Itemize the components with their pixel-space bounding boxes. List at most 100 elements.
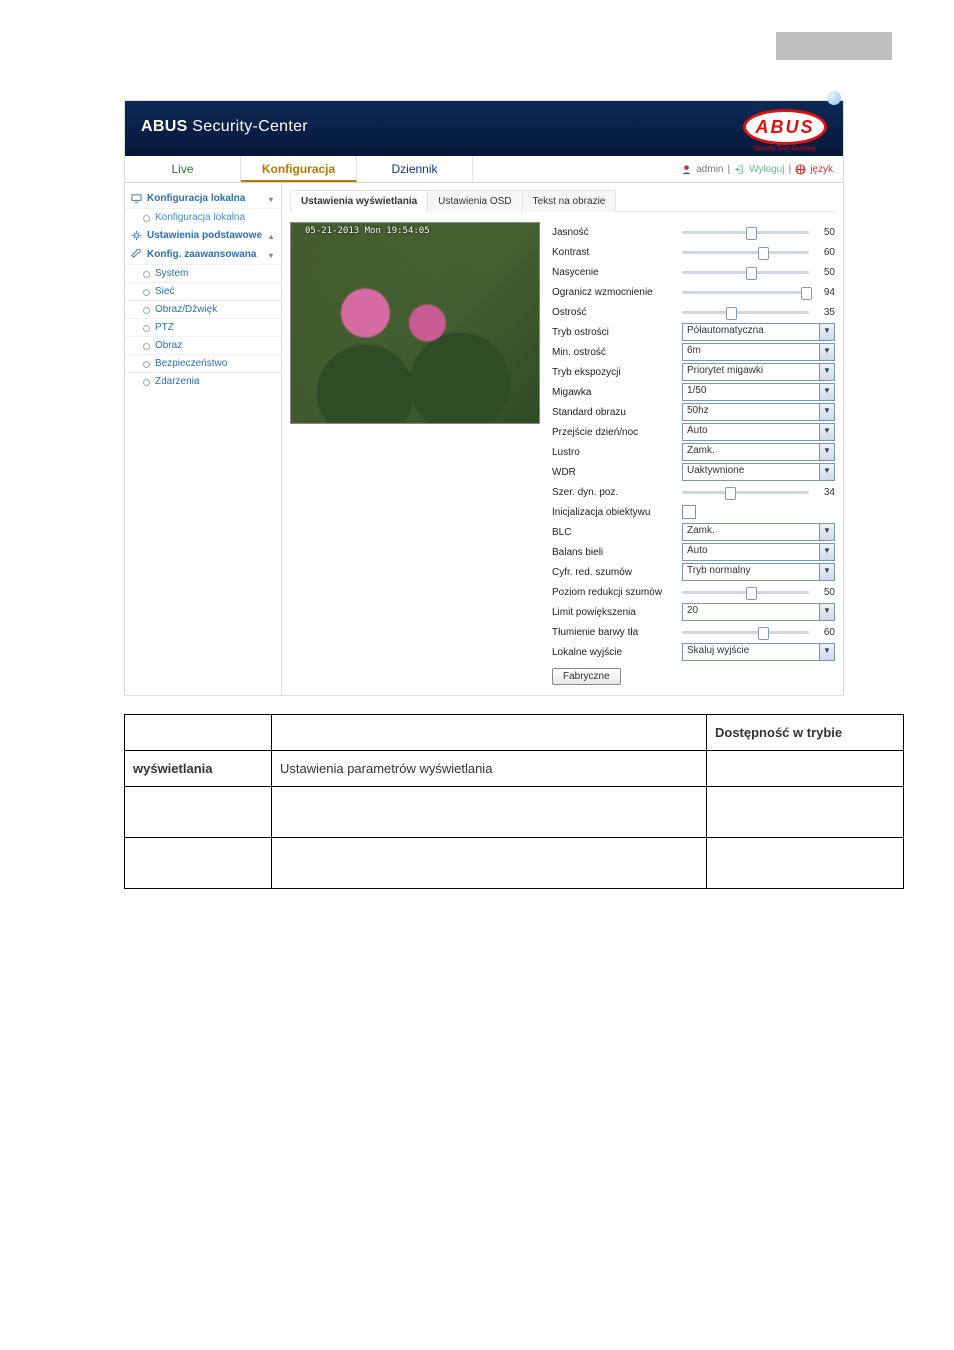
- select-daynight[interactable]: Auto▼: [682, 423, 835, 441]
- chevron-down-icon: ▼: [819, 324, 834, 340]
- factory-defaults-button[interactable]: Fabryczne: [552, 668, 621, 685]
- slider-saturation[interactable]: [682, 271, 809, 274]
- monitor-icon: [131, 193, 142, 204]
- sidebar-group-advanced[interactable]: Konfig. zaawansowana ▾: [125, 245, 281, 264]
- select-local-output[interactable]: Skaluj wyjście▼: [682, 643, 835, 661]
- checkbox-lens-init[interactable]: [682, 505, 696, 519]
- select-mirror[interactable]: Zamk.▼: [682, 443, 835, 461]
- label-local-output: Lokalne wyjście: [552, 647, 682, 658]
- label-sharpness: Ostrość: [552, 307, 682, 318]
- slider-chroma-suppress[interactable]: [682, 631, 809, 634]
- label-min-focus: Min. ostrość: [552, 347, 682, 358]
- select-video-standard[interactable]: 50hz▼: [682, 403, 835, 421]
- subtabs: Ustawienia wyświetlania Ustawienia OSD T…: [290, 189, 835, 212]
- select-exposure-mode[interactable]: Priorytet migawki▼: [682, 363, 835, 381]
- bullet-icon: [143, 379, 150, 386]
- sidebar-item-system[interactable]: System: [125, 264, 281, 282]
- select-value: 1/50: [683, 384, 819, 400]
- sidebar-item-network[interactable]: Sieć: [125, 282, 281, 300]
- sidebar-group-basic[interactable]: Ustawienia podstawowe ▴: [125, 226, 281, 245]
- chevron-down-icon: ▼: [819, 444, 834, 460]
- select-zoom-limit[interactable]: 20▼: [682, 603, 835, 621]
- logout-icon: [734, 164, 745, 175]
- tab-live[interactable]: Live: [125, 156, 241, 182]
- sidebar-item-label: Bezpieczeństwo: [155, 358, 227, 369]
- select-min-focus[interactable]: 6m▼: [682, 343, 835, 361]
- sidebar-item-label: Konfiguracja lokalna: [155, 212, 245, 223]
- label-contrast: Kontrast: [552, 247, 682, 258]
- slider-sharpness[interactable]: [682, 311, 809, 314]
- app-header: ABUS Security-Center ABUS Security Tech …: [125, 101, 843, 156]
- sidebar-item-security[interactable]: Bezpieczeństwo: [125, 354, 281, 372]
- value-contrast: 60: [815, 247, 835, 258]
- select-value: Auto: [683, 424, 819, 440]
- select-value: Półautomatyczna: [683, 324, 819, 340]
- value-saturation: 50: [815, 267, 835, 278]
- slider-wdr-level[interactable]: [682, 491, 809, 494]
- sidebar-item-label: PTZ: [155, 322, 174, 333]
- brand-title: ABUS Security-Center: [141, 118, 308, 136]
- sidebar-group-local-label: Konfiguracja lokalna: [147, 193, 245, 204]
- chevron-down-icon: ▾: [269, 195, 273, 204]
- select-value: Zamk.: [683, 524, 819, 540]
- video-preview: 05-21-2013 Mon 19:54:05: [290, 222, 540, 424]
- select-wdr[interactable]: Uaktywnione▼: [682, 463, 835, 481]
- value-chroma-suppress: 60: [815, 627, 835, 638]
- doc-header-right: Dostępność w trybie: [707, 715, 904, 751]
- page-header-placeholder: [0, 32, 954, 60]
- slider-dnr-level[interactable]: [682, 591, 809, 594]
- select-dnr[interactable]: Tryb normalny▼: [682, 563, 835, 581]
- chevron-down-icon: ▼: [819, 404, 834, 420]
- sidebar-item-ptz[interactable]: PTZ: [125, 318, 281, 336]
- logo-tagline: Security Tech Germany: [743, 146, 827, 152]
- chevron-down-icon: ▼: [819, 344, 834, 360]
- select-value: Tryb normalny: [683, 564, 819, 580]
- help-icon[interactable]: [827, 91, 841, 105]
- sidebar-item-local-config[interactable]: Konfiguracja lokalna: [125, 208, 281, 226]
- sidebar-item-label: Zdarzenia: [155, 376, 199, 387]
- select-blc[interactable]: Zamk.▼: [682, 523, 835, 541]
- subtab-display[interactable]: Ustawienia wyświetlania: [290, 190, 428, 212]
- label-wdr: WDR: [552, 467, 682, 478]
- value-sharpness: 35: [815, 307, 835, 318]
- select-white-balance[interactable]: Auto▼: [682, 543, 835, 561]
- sidebar-group-local[interactable]: Konfiguracja lokalna ▾: [125, 189, 281, 208]
- sidebar-item-events[interactable]: Zdarzenia: [125, 372, 281, 390]
- lang-link[interactable]: język: [810, 164, 833, 175]
- bullet-icon: [143, 361, 150, 368]
- label-mirror: Lustro: [552, 447, 682, 458]
- app-window: ABUS Security-Center ABUS Security Tech …: [124, 100, 844, 696]
- subtab-osd[interactable]: Ustawienia OSD: [427, 190, 522, 212]
- select-value: Priorytet migawki: [683, 364, 819, 380]
- slider-contrast[interactable]: [682, 251, 809, 254]
- label-chroma-suppress: Tłumienie barwy tła: [552, 627, 682, 638]
- slider-brightness[interactable]: [682, 231, 809, 234]
- sidebar-item-av[interactable]: Obraz/Dźwięk: [125, 300, 281, 318]
- value-brightness: 50: [815, 227, 835, 238]
- slider-gain-limit[interactable]: [682, 291, 809, 294]
- select-value: Auto: [683, 544, 819, 560]
- sidebar-item-label: Obraz/Dźwięk: [155, 304, 217, 315]
- brand-bold: ABUS: [141, 118, 188, 135]
- gear-icon: [131, 230, 142, 241]
- tab-config[interactable]: Konfiguracja: [241, 156, 357, 182]
- logout-link[interactable]: Wyloguj: [749, 164, 784, 175]
- select-shutter[interactable]: 1/50▼: [682, 383, 835, 401]
- sidebar-item-label: System: [155, 268, 188, 279]
- bullet-icon: [143, 215, 150, 222]
- sep: |: [728, 164, 731, 175]
- doc-r1c2: Ustawienia parametrów wyświetlania: [272, 751, 707, 787]
- select-focus-mode[interactable]: Półautomatyczna▼: [682, 323, 835, 341]
- label-saturation: Nasycenie: [552, 267, 682, 278]
- chevron-up-icon: ▴: [269, 232, 273, 241]
- label-blc: BLC: [552, 527, 682, 538]
- value-gain-limit: 94: [815, 287, 835, 298]
- sidebar-item-image[interactable]: Obraz: [125, 336, 281, 354]
- brand-rest: Security-Center: [188, 118, 308, 135]
- label-gain-limit: Ogranicz wzmocnienie: [552, 287, 682, 298]
- tab-log[interactable]: Dziennik: [357, 156, 473, 182]
- wrench-icon: [131, 249, 142, 260]
- label-video-standard: Standard obrazu: [552, 407, 682, 418]
- subtab-text[interactable]: Tekst na obrazie: [522, 190, 617, 212]
- select-value: 6m: [683, 344, 819, 360]
